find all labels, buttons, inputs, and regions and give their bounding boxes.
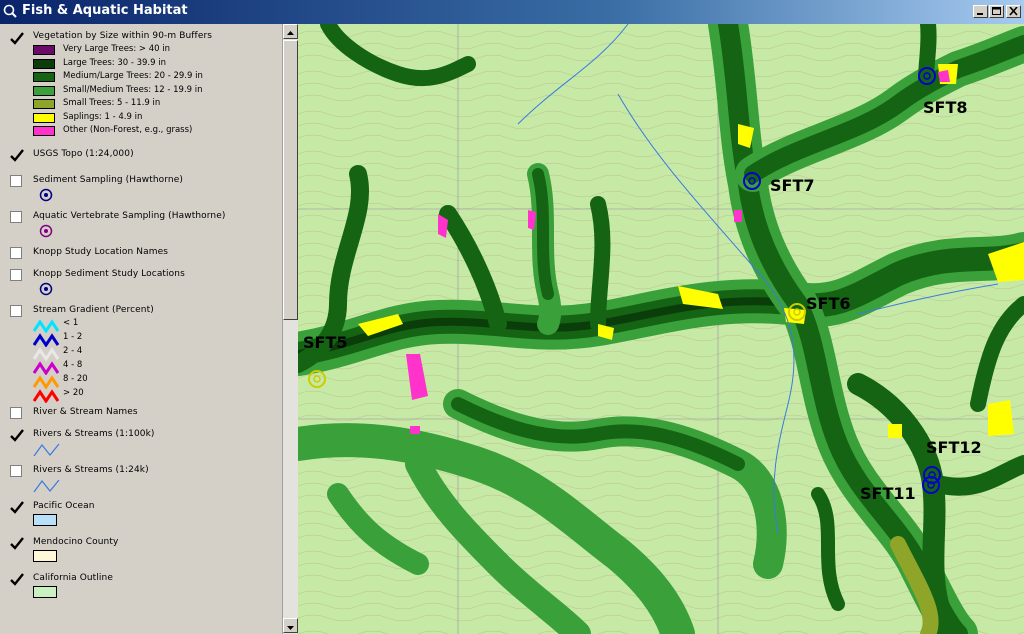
site-label-SFT7: SFT7 bbox=[770, 176, 815, 195]
site-label-SFT8: SFT8 bbox=[923, 98, 968, 117]
legend-label: Medium/Large Trees: 20 - 29.9 in bbox=[63, 71, 203, 81]
legend-label: 4 - 8 bbox=[63, 360, 83, 370]
check-icon bbox=[10, 429, 24, 442]
legend-label: Saplings: 1 - 4.9 in bbox=[63, 112, 143, 122]
check-icon bbox=[10, 501, 24, 514]
layer-checkbox[interactable] bbox=[10, 407, 22, 419]
ocean-fill-swatch bbox=[33, 514, 57, 526]
legend-row: < 1 bbox=[32, 318, 78, 334]
minimize-button[interactable] bbox=[973, 5, 988, 18]
layer-name: Knopp Sediment Study Locations bbox=[33, 269, 185, 279]
gradient-line-icon bbox=[32, 319, 60, 334]
gradient-line-icon bbox=[32, 389, 60, 404]
knopp-site-symbol-icon bbox=[39, 282, 53, 296]
arcview-globe-icon bbox=[3, 4, 17, 18]
layer-checkbox[interactable] bbox=[10, 500, 24, 514]
scroll-down-button[interactable] bbox=[283, 618, 298, 633]
layer-checkbox[interactable] bbox=[10, 247, 22, 259]
window-title: Fish & Aquatic Habitat bbox=[22, 3, 188, 18]
scroll-up-button[interactable] bbox=[283, 24, 298, 39]
title-bar: Fish & Aquatic Habitat bbox=[0, 0, 1024, 24]
legend-swatch bbox=[33, 99, 55, 109]
legend-label: 2 - 4 bbox=[63, 346, 83, 356]
legend-row: 4 - 8 bbox=[32, 360, 82, 376]
gradient-line-icon bbox=[32, 347, 60, 362]
layer-name: Sediment Sampling (Hawthorne) bbox=[33, 175, 183, 185]
stream-line-icon bbox=[33, 443, 60, 457]
layer-checkbox[interactable] bbox=[10, 305, 22, 317]
layer-checkbox[interactable] bbox=[10, 211, 22, 223]
maximize-icon bbox=[992, 7, 1001, 15]
legend-row: 8 - 20 bbox=[32, 374, 88, 390]
layer-checkbox[interactable] bbox=[10, 536, 24, 550]
arrow-down-icon bbox=[287, 626, 294, 630]
layer-checkbox[interactable] bbox=[10, 175, 22, 187]
layer-name: Vegetation by Size within 90-m Buffers bbox=[33, 31, 213, 41]
sediment-site-symbol-icon bbox=[39, 188, 53, 202]
state-fill-swatch bbox=[33, 586, 57, 598]
maximize-button[interactable] bbox=[989, 5, 1004, 18]
layer-name: Rivers & Streams (1:24k) bbox=[33, 465, 149, 475]
gradient-line-icon bbox=[32, 361, 60, 376]
legend-label: Small Trees: 5 - 11.9 in bbox=[63, 98, 161, 108]
map-view[interactable]: SFT8 SFT7 SFT6 SFT5 SFT12 SFT11 bbox=[298, 24, 1024, 634]
layer-name: River & Stream Names bbox=[33, 407, 138, 417]
layer-name: Pacific Ocean bbox=[33, 501, 95, 511]
legend-swatch bbox=[33, 59, 55, 69]
legend-row: 1 - 2 bbox=[32, 332, 82, 348]
check-icon bbox=[10, 149, 24, 162]
toc-scrollbar[interactable] bbox=[282, 24, 298, 634]
layer-checkbox[interactable] bbox=[10, 148, 24, 162]
legend-label: < 1 bbox=[63, 318, 79, 328]
layer-name: Knopp Study Location Names bbox=[33, 247, 169, 257]
layer-name: Mendocino County bbox=[33, 537, 119, 547]
gradient-line-icon bbox=[32, 333, 60, 348]
stream-line-icon bbox=[33, 479, 60, 493]
gradient-line-icon bbox=[32, 375, 60, 390]
vertebrate-site-symbol-icon bbox=[39, 224, 53, 238]
layer-name: California Outline bbox=[33, 573, 113, 583]
legend-swatch bbox=[33, 113, 55, 123]
legend-row: > 20 bbox=[32, 388, 84, 404]
map-canvas[interactable] bbox=[298, 24, 1024, 634]
legend-label: 8 - 20 bbox=[63, 374, 88, 384]
legend-swatch bbox=[33, 72, 55, 82]
table-of-contents: Vegetation by Size within 90-m Buffers V… bbox=[0, 24, 298, 634]
check-icon bbox=[10, 573, 24, 586]
site-label-SFT5: SFT5 bbox=[303, 333, 348, 352]
legend-label: Other (Non-Forest, e.g., grass) bbox=[63, 125, 193, 135]
layer-name: USGS Topo (1:24,000) bbox=[33, 149, 134, 159]
minimize-icon bbox=[977, 13, 983, 15]
site-label-SFT11: SFT11 bbox=[860, 484, 916, 503]
layer-name: Rivers & Streams (1:100k) bbox=[33, 429, 155, 439]
layer-checkbox[interactable] bbox=[10, 269, 22, 281]
site-label-SFT6: SFT6 bbox=[806, 294, 851, 313]
layer-name: Aquatic Vertebrate Sampling (Hawthorne) bbox=[33, 211, 226, 221]
layer-checkbox[interactable] bbox=[10, 31, 24, 45]
layer-name: Stream Gradient (Percent) bbox=[33, 305, 154, 315]
arrow-up-icon bbox=[287, 31, 294, 35]
legend-swatch bbox=[33, 45, 55, 55]
legend-label: > 20 bbox=[63, 388, 84, 398]
check-icon bbox=[10, 537, 24, 550]
site-label-SFT12: SFT12 bbox=[926, 438, 982, 457]
layer-checkbox[interactable] bbox=[10, 428, 24, 442]
scroll-thumb[interactable] bbox=[283, 40, 298, 320]
layer-checkbox[interactable] bbox=[10, 465, 22, 477]
legend-label: Very Large Trees: > 40 in bbox=[63, 44, 171, 54]
legend-label: 1 - 2 bbox=[63, 332, 83, 342]
legend-swatch bbox=[33, 126, 55, 136]
legend-row: 2 - 4 bbox=[32, 346, 82, 362]
layer-checkbox[interactable] bbox=[10, 572, 24, 586]
county-fill-swatch bbox=[33, 550, 57, 562]
close-icon bbox=[1009, 7, 1018, 16]
legend-swatch bbox=[33, 86, 55, 96]
legend-label: Large Trees: 30 - 39.9 in bbox=[63, 58, 166, 68]
legend-label: Small/Medium Trees: 12 - 19.9 in bbox=[63, 85, 203, 95]
close-button[interactable] bbox=[1006, 5, 1021, 18]
check-icon bbox=[10, 32, 24, 45]
